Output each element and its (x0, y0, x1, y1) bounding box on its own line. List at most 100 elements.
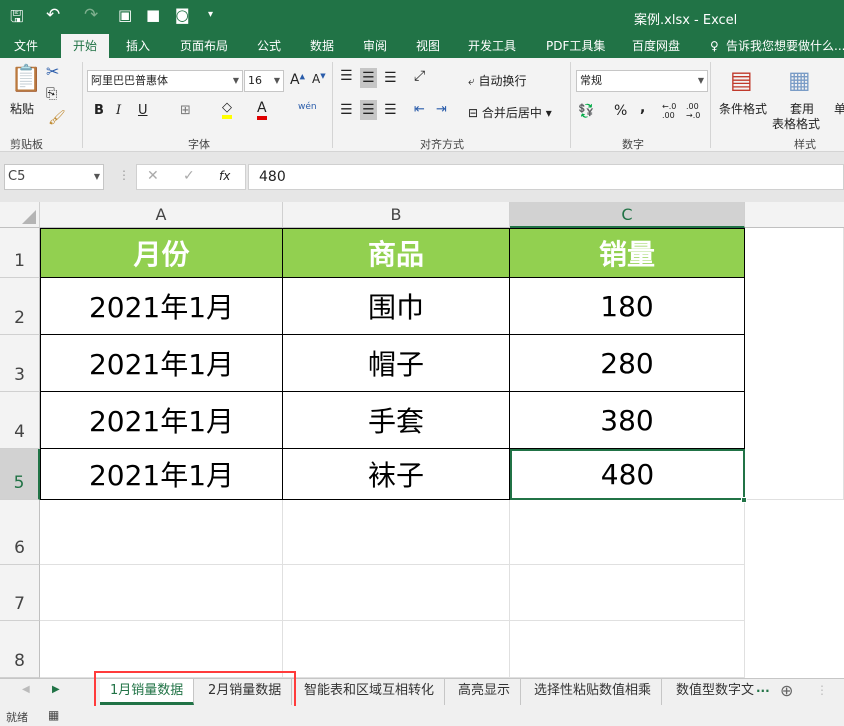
scroll-right-icon[interactable]: ▶ (52, 684, 60, 695)
table-cell[interactable]: 围巾 (283, 278, 510, 335)
table-cell[interactable]: 2021年1月 (40, 278, 283, 335)
header-cell-month[interactable]: 月份 (40, 228, 283, 278)
accounting-icon[interactable]: 💱 (578, 104, 594, 119)
save-icon[interactable]: 🖫 (10, 6, 24, 33)
font-name-select[interactable]: 阿里巴巴普惠体 ▼ (87, 70, 243, 92)
decrease-indent-icon[interactable]: ⇤ (414, 102, 425, 117)
italic-button[interactable]: I (116, 103, 121, 118)
wrap-text-button[interactable]: ⤶ 自动换行 (468, 72, 527, 89)
font-color-icon[interactable]: A (257, 100, 267, 120)
font-size-select[interactable]: 16 ▼ (244, 70, 284, 92)
enter-icon[interactable]: ✓ (183, 168, 195, 184)
align-left-icon[interactable]: ☰ (340, 102, 353, 118)
row-header-8[interactable]: 8 (0, 621, 40, 678)
redo-icon[interactable]: ↷ (84, 5, 98, 25)
row-header-5[interactable]: 5 (0, 449, 40, 500)
cut-icon[interactable]: ✂ (46, 62, 59, 81)
copy-icon[interactable]: ⎘ (46, 86, 57, 102)
cancel-icon[interactable]: ✕ (147, 168, 159, 184)
row-header-7[interactable]: 7 (0, 565, 40, 621)
cell-styles-button[interactable]: 单 (834, 100, 844, 117)
increase-indent-icon[interactable]: ⇥ (436, 102, 447, 117)
row-header-4[interactable]: 4 (0, 392, 40, 449)
tab-insert[interactable]: 插入 (126, 34, 150, 58)
tab-page-layout[interactable]: 页面布局 (180, 34, 228, 58)
row-header-3[interactable]: 3 (0, 335, 40, 392)
phonetic-icon[interactable]: wén (298, 102, 317, 112)
tab-view[interactable]: 视图 (416, 34, 440, 58)
splitter-icon[interactable]: ⋮ (816, 683, 828, 697)
customize-toolbar-icon[interactable]: ▾ (208, 9, 213, 20)
more-sheets-button[interactable]: ... (756, 681, 770, 695)
increase-font-icon[interactable]: A▲ (290, 72, 305, 88)
conditional-format-icon[interactable]: ▤ (730, 66, 753, 94)
table-cell[interactable]: 380 (510, 392, 745, 449)
row-header-6[interactable]: 6 (0, 500, 40, 565)
sheet-tab-smart-table[interactable]: 智能表和区域互相转化 (294, 679, 446, 705)
table-cell[interactable]: 2021年1月 (40, 449, 283, 500)
tab-baidu[interactable]: 百度网盘 (632, 34, 680, 58)
tell-me-search[interactable]: 告诉我您想要做什么... (726, 34, 844, 58)
comma-button[interactable]: , (640, 100, 645, 116)
paste-icon[interactable]: 📋 (10, 64, 42, 94)
tab-pdf[interactable]: PDF工具集 (546, 34, 605, 58)
sheet-tab-numeric[interactable]: 数值型数字文 (666, 679, 754, 705)
table-cell[interactable]: 手套 (283, 392, 510, 449)
align-top-icon[interactable]: ☰ (340, 68, 353, 84)
fill-handle[interactable] (741, 497, 747, 503)
increase-decimal-icon[interactable]: ←.0.00 (662, 102, 676, 120)
camera-icon[interactable]: ◙ (175, 6, 190, 24)
macro-record-icon[interactable]: ▦ (48, 708, 59, 722)
align-center-icon[interactable]: ☰ (360, 100, 377, 120)
print-preview-icon[interactable]: ▣ (118, 6, 132, 24)
table-cell[interactable]: 袜子 (283, 449, 510, 500)
align-bottom-icon[interactable]: ☰ (384, 70, 397, 86)
underline-button[interactable]: U (138, 103, 148, 118)
header-cell-product[interactable]: 商品 (283, 228, 510, 278)
align-middle-icon[interactable]: ☰ (360, 68, 377, 88)
undo-icon[interactable]: ↶ (46, 5, 60, 25)
table-cell[interactable]: 帽子 (283, 335, 510, 392)
name-box[interactable]: C5 ▼ (4, 164, 104, 190)
table-format-icon[interactable]: ▦ (788, 66, 811, 94)
table-cell[interactable]: 180 (510, 278, 745, 335)
decrease-decimal-icon[interactable]: .00 →.0 (686, 102, 700, 120)
align-right-icon[interactable]: ☰ (384, 102, 397, 118)
scroll-left-icon[interactable]: ◀ (22, 684, 30, 695)
add-sheet-icon[interactable]: ⊕ (780, 681, 793, 700)
tab-data[interactable]: 数据 (310, 34, 334, 58)
percent-button[interactable]: % (614, 103, 627, 119)
row-header-1[interactable]: 1 (0, 228, 40, 278)
orientation-icon[interactable]: ⤢ (414, 68, 425, 84)
fill-color-icon[interactable]: ◇ (222, 100, 232, 119)
tab-file[interactable]: 文件 (14, 34, 38, 58)
formula-input[interactable]: 480 (248, 164, 844, 190)
table-cell[interactable]: 2021年1月 (40, 392, 283, 449)
paste-button[interactable]: 粘贴 (10, 100, 34, 117)
decrease-font-icon[interactable]: A▼ (312, 72, 326, 86)
tab-review[interactable]: 审阅 (363, 34, 387, 58)
tab-formulas[interactable]: 公式 (257, 34, 281, 58)
column-header-b[interactable]: B (283, 202, 510, 228)
format-table-button[interactable]: 表格格式 (772, 115, 820, 132)
table-cell[interactable]: 280 (510, 335, 745, 392)
format-painter-icon[interactable]: 🖌 (48, 110, 66, 126)
column-header-c[interactable]: C (510, 202, 745, 228)
sheet-tab-paste-special[interactable]: 选择性粘贴数值相乘 (524, 679, 663, 705)
select-all-button[interactable] (0, 202, 40, 228)
selected-cell-c5[interactable]: 480 (510, 449, 745, 500)
number-format-select[interactable]: 常规 ▼ (576, 70, 708, 92)
row-header-2[interactable]: 2 (0, 278, 40, 335)
table-cell[interactable]: 2021年1月 (40, 335, 283, 392)
sheet-tab-highlight[interactable]: 高亮显示 (448, 679, 522, 705)
column-header-a[interactable]: A (40, 202, 283, 228)
header-cell-sales[interactable]: 销量 (510, 228, 745, 278)
conditional-format-button[interactable]: 条件格式 (719, 100, 767, 117)
tab-developer[interactable]: 开发工具 (468, 34, 516, 58)
merge-center-button[interactable]: ⊟ 合并后居中 ▾ (468, 104, 552, 121)
insert-function-button[interactable]: fx (219, 169, 230, 183)
border-icon[interactable]: ⊞ (180, 103, 191, 118)
form-icon[interactable]: ■ (146, 6, 160, 24)
bold-button[interactable]: B (94, 103, 104, 118)
tab-home[interactable]: 开始 (61, 34, 110, 58)
